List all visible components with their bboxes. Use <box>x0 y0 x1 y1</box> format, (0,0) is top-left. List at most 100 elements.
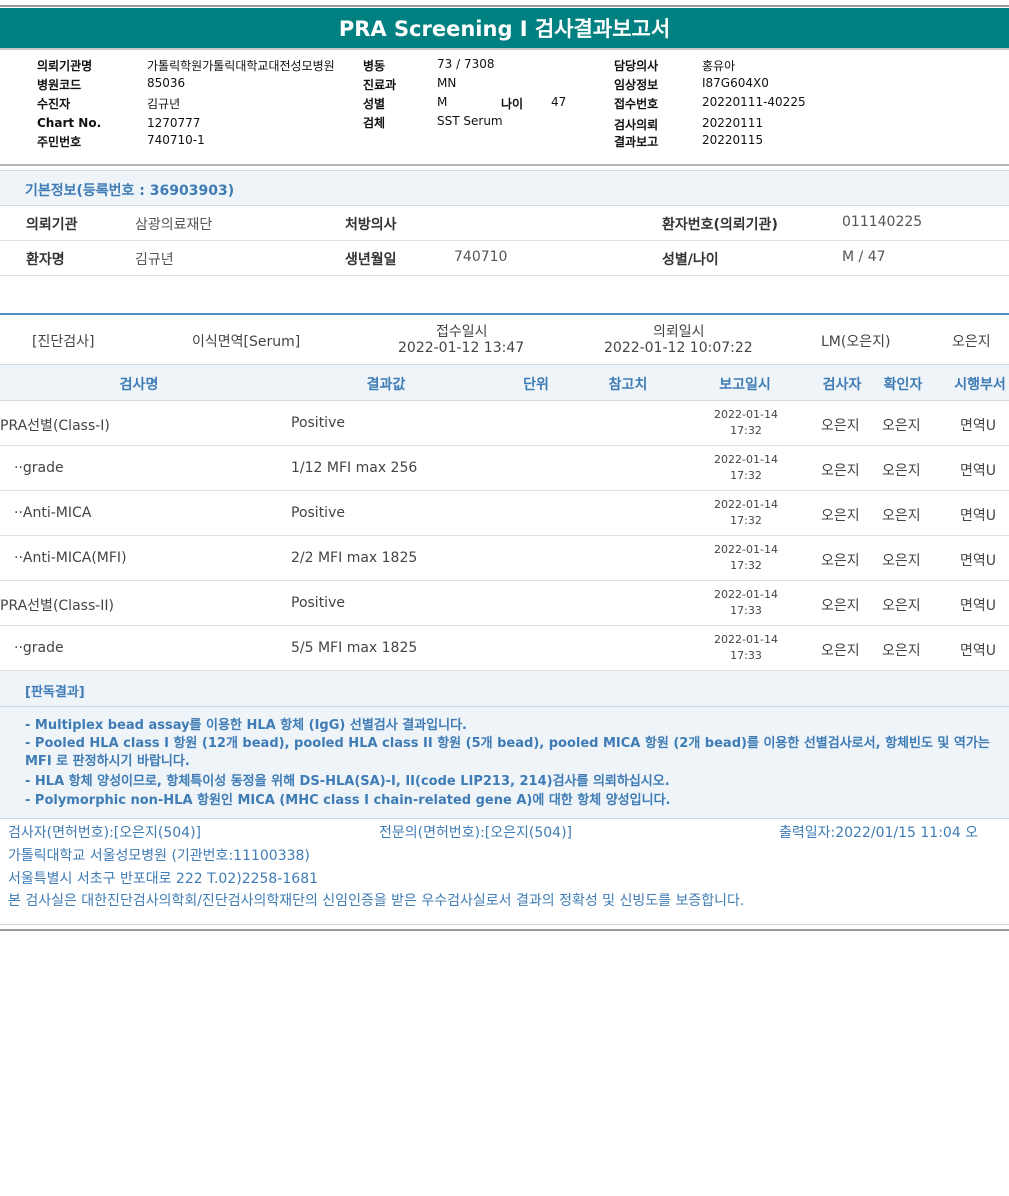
report-title: PRA Screening I 검사결과보고서 <box>0 8 1009 48</box>
report-date: 2022-01-14 <box>714 588 778 601</box>
col-confirmer: 확인자 <box>883 377 923 393</box>
confirmer: 오은지 <box>882 508 921 524</box>
header-value: 20220115 <box>702 133 764 147</box>
report-date: 2022-01-14 <box>714 633 778 646</box>
test-name: ··grade <box>14 640 64 656</box>
patient-no-label: 환자번호(의뢰기관) <box>662 217 778 233</box>
report-datetime: 2022-01-14 17:32 <box>714 497 778 529</box>
dept: 면역U <box>960 643 997 659</box>
basic-info-row: 의뢰기관 삼광의료재단 처방의사 환자번호(의뢰기관) 011140225 <box>0 206 1009 241</box>
birth-label: 생년월일 <box>345 252 397 268</box>
confirmer: 오은지 <box>882 463 921 479</box>
header-label: Chart No. <box>37 116 102 130</box>
test-result: 5/5 MFI max 1825 <box>291 640 418 656</box>
test-result: 2/2 MFI max 1825 <box>291 550 418 566</box>
footer-address: 서울특별시 서초구 반포대로 222 T.02)2258-1681 <box>8 871 319 887</box>
tester: 오은지 <box>821 508 860 524</box>
header-value: 가톨릭학원가톨릭대학교대전성모병원 <box>147 59 335 73</box>
section-divider <box>0 313 1009 315</box>
report-date: 2022-01-14 <box>714 408 778 421</box>
report-time: 17:32 <box>730 559 762 572</box>
patient-no-value: 011140225 <box>842 214 923 230</box>
basic-info-row: 환자명 김규년 생년월일 740710 성별/나이 M / 47 <box>0 241 1009 276</box>
sex-age-label: 성별/나이 <box>662 252 719 268</box>
dept: 면역U <box>960 418 997 434</box>
name-value: 김규년 <box>135 252 174 268</box>
report-time: 17:32 <box>730 469 762 482</box>
report-date: 2022-01-14 <box>714 498 778 511</box>
header-label-age: 나이 <box>501 97 524 111</box>
col-unit: 단위 <box>523 377 549 393</box>
header-label: 담당의사 <box>614 59 659 73</box>
header-value-age: 47 <box>551 95 567 109</box>
table-row: ··grade 5/5 MFI max 1825 2022-01-14 17:33… <box>0 626 1009 671</box>
report-datetime: 2022-01-14 17:32 <box>714 452 778 484</box>
header-value: SST Serum <box>437 114 503 128</box>
dept: 면역U <box>960 598 997 614</box>
col-result: 결과값 <box>366 377 406 393</box>
tester: 오은지 <box>821 463 860 479</box>
col-ref: 참고치 <box>608 377 648 393</box>
confirmer: 오은지 <box>882 598 921 614</box>
report-time: 17:33 <box>730 649 762 662</box>
tester: 오은지 <box>821 643 860 659</box>
header-value: 73 / 7308 <box>437 57 495 71</box>
report-time: 17:32 <box>730 424 762 437</box>
interpretation-title: [판독결과] <box>0 671 1009 707</box>
footer-printed: 출력일자:2022/01/15 11:04 오 <box>779 825 979 841</box>
col-tester: 검사자 <box>822 377 862 393</box>
tester: 오은지 <box>821 598 860 614</box>
header-label: 병동 <box>363 59 386 73</box>
title-underline <box>0 48 1009 50</box>
tester: 오은지 <box>821 553 860 569</box>
report-date: 2022-01-14 <box>714 453 778 466</box>
footer: 검사자(면허번호):[오은지(504)] 전문의(면허번호):[오은지(504)… <box>0 819 1009 925</box>
test-name: ··Anti-MICA(MFI) <box>14 550 127 566</box>
tester: 오은지 <box>821 418 860 434</box>
header-label: 수진자 <box>37 97 71 111</box>
birth-value: 740710 <box>454 249 508 265</box>
report-time: 17:32 <box>730 514 762 527</box>
interpretation-line: - Pooled HLA class I 항원 (12개 bead), pool… <box>25 736 990 769</box>
report-datetime: 2022-01-14 17:32 <box>714 542 778 574</box>
test-result: Positive <box>291 505 345 521</box>
top-rule <box>0 5 1009 7</box>
footer-certification: 본 검사실은 대한진단검사의학회/진단검사의학재단의 신임인증을 받은 우수검사… <box>8 893 745 909</box>
header-label: 진료과 <box>363 78 397 92</box>
sex-age-value: M / 47 <box>842 249 886 265</box>
inst-value: 삼광의료재단 <box>135 217 213 233</box>
header-divider <box>0 164 1009 166</box>
basic-info-title-text: 기본정보(등록번호 : 36903903) <box>25 183 235 199</box>
interpretation-title-text: [판독결과] <box>25 685 85 700</box>
name-label: 환자명 <box>26 252 65 268</box>
header-value: 1270777 <box>147 116 201 130</box>
header-label: 의뢰기관명 <box>37 59 93 73</box>
test-name: PRA선별(Class-I) <box>0 418 110 434</box>
test-name: ··Anti-MICA <box>14 505 92 521</box>
table-row: PRA선별(Class-II) Positive 2022-01-14 17:33… <box>0 581 1009 626</box>
header-label: 주민번호 <box>37 135 82 149</box>
header-value: M <box>437 95 448 109</box>
header-value: 홍유아 <box>702 59 736 73</box>
header-label: 병원코드 <box>37 78 82 92</box>
lab-person: 오은지 <box>952 334 991 350</box>
header-value: 20220111-40225 <box>702 95 806 109</box>
confirmer: 오은지 <box>882 553 921 569</box>
interpretation-body: - Multiplex bead assay를 이용한 HLA 항체 (IgG)… <box>0 707 1009 819</box>
interpretation-line: - Multiplex bead assay를 이용한 HLA 항체 (IgG)… <box>25 718 467 733</box>
requested-value: 2022-01-12 10:07:22 <box>604 340 753 356</box>
test-result: 1/12 MFI max 256 <box>291 460 418 476</box>
header-label: 결과보고 <box>614 135 659 149</box>
header-label: 검체 <box>363 116 386 130</box>
table-row: ··Anti-MICA(MFI) 2/2 MFI max 1825 2022-0… <box>0 536 1009 581</box>
received-value: 2022-01-12 13:47 <box>398 340 525 356</box>
header-value: 740710-1 <box>147 133 205 147</box>
received-label: 접수일시 <box>436 324 488 340</box>
header-value: 85036 <box>147 76 186 90</box>
results-table-header: 검사명 결과값 단위 참고치 보고일시 검사자 확인자 시행부서 <box>0 364 1009 401</box>
header-value: I87G604X0 <box>702 76 769 90</box>
report-time: 17:33 <box>730 604 762 617</box>
basic-info-title: 기본정보(등록번호 : 36903903) <box>0 170 1009 206</box>
doctor-label: 처방의사 <box>345 217 397 233</box>
header-label: 접수번호 <box>614 97 659 111</box>
